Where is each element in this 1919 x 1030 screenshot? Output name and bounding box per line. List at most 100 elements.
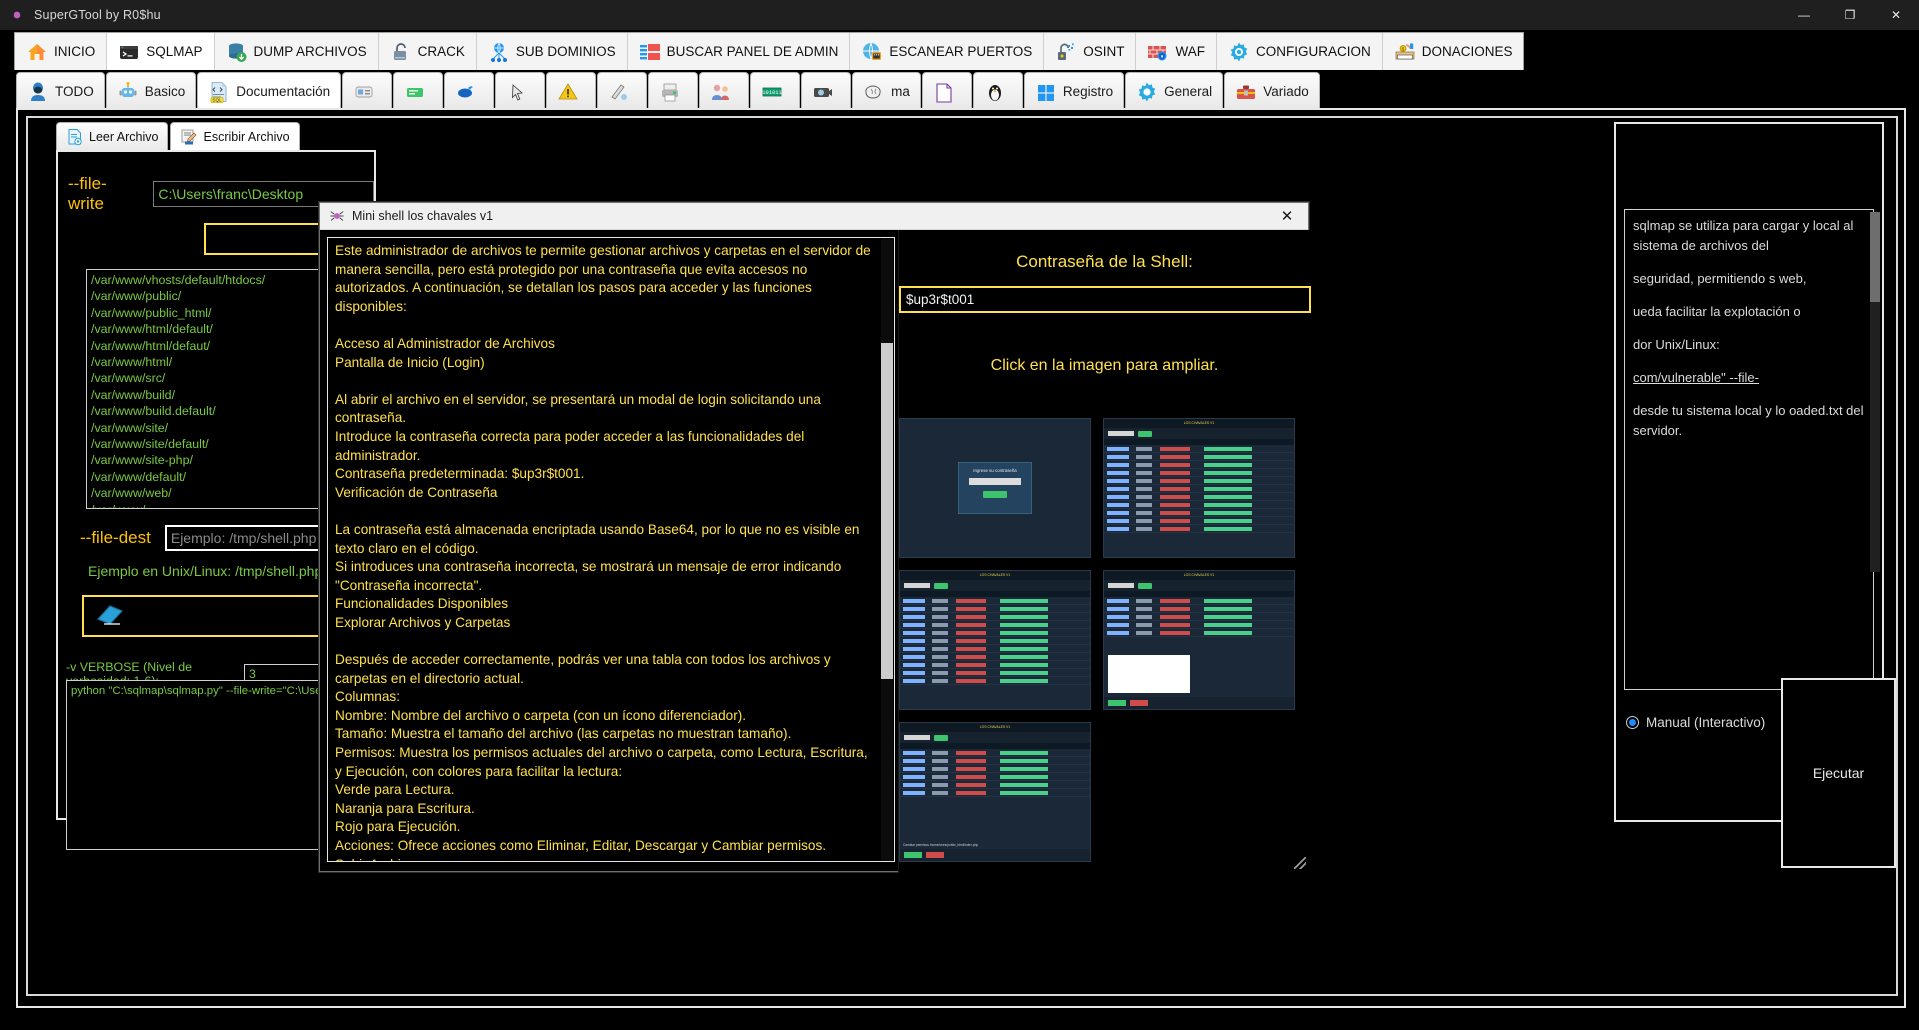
tab-inject[interactable] xyxy=(597,72,648,110)
permissions-thumbnail[interactable]: LOS CHAVALES V1 Cambiar permisos /home/o… xyxy=(899,722,1091,862)
eraser-icon[interactable] xyxy=(94,601,128,632)
thumb-title-bar: LOS CHAVALES V1 xyxy=(900,571,1090,580)
binary-icon: 101011 xyxy=(761,81,783,103)
file-dest-label: --file-dest xyxy=(80,528,151,547)
toolbox-icon xyxy=(1235,81,1257,103)
close-icon[interactable]: ✕ xyxy=(1266,203,1308,230)
table-row xyxy=(1104,477,1294,485)
table-row xyxy=(1104,525,1294,533)
thumb-toolbar xyxy=(1104,580,1294,591)
table-row xyxy=(900,637,1090,645)
execute-panel[interactable]: Ejecutar xyxy=(1781,678,1896,868)
table-row xyxy=(1104,621,1294,629)
ribbon-item-dump-archivos[interactable]: DUMP ARCHIVOS xyxy=(214,33,379,70)
robot-icon xyxy=(117,81,139,103)
ribbon-item-waf[interactable]: WAF xyxy=(1136,33,1217,70)
tab-variado[interactable]: Variado xyxy=(1224,72,1320,110)
ribbon-label: CRACK xyxy=(417,44,465,59)
ribbon-item-configuracion[interactable]: CONFIGURACION xyxy=(1216,33,1383,70)
modal-body: Este administrador de archivos te permit… xyxy=(320,230,1311,873)
subtab-escribir-archivo[interactable]: Escribir Archivo xyxy=(170,122,300,150)
shell-documentation-box[interactable]: Este administrador de archivos te permit… xyxy=(327,237,895,862)
subtab-leer-archivo[interactable]: Leer Archivo xyxy=(56,122,169,150)
file-table-thumbnail-1[interactable]: LOS CHAVALES V1 xyxy=(1103,418,1295,558)
ribbon-label: SUB DOMINIOS xyxy=(515,44,616,59)
ribbon-item-inicio[interactable]: INICIO xyxy=(15,33,108,70)
ribbon-label: DUMP ARCHIVOS xyxy=(253,44,367,59)
write-file-icon xyxy=(180,128,198,146)
scrollbar-thumb[interactable] xyxy=(881,343,893,679)
execute-button-label[interactable]: Ejecutar xyxy=(1813,765,1864,781)
green-chat-icon xyxy=(455,81,477,103)
tab-camera[interactable] xyxy=(801,72,852,110)
doc-paragraph: sqlmap se utiliza para cargar y local al… xyxy=(1633,218,1854,253)
table-row xyxy=(1104,629,1294,637)
documentation-text: sqlmap se utiliza para cargar y local al… xyxy=(1624,209,1874,690)
table-row xyxy=(1104,445,1294,453)
thumb-toolbar xyxy=(900,732,1090,743)
maximize-button[interactable]: ❐ xyxy=(1827,0,1873,30)
shell-password-input[interactable]: $up3r$t001 xyxy=(899,286,1311,313)
warning-icon xyxy=(557,81,579,103)
table-row xyxy=(900,757,1090,765)
file-editor-thumbnail[interactable]: LOS CHAVALES V1 xyxy=(1103,570,1295,710)
ribbon-item-donaciones[interactable]: $ DONACIONES xyxy=(1382,33,1524,70)
mini-shell-modal: Mini shell los chavales v1 ✕ Este admini… xyxy=(319,202,1311,873)
mode-radio-label: Manual (Interactivo) xyxy=(1646,715,1766,730)
tab-label: Registro xyxy=(1062,84,1114,99)
ribbon-item-buscar-panel-admin[interactable]: BUSCAR PANEL DE ADMIN xyxy=(627,33,851,70)
tab-chat[interactable] xyxy=(444,72,495,110)
shell-password-title: Contraseña de la Shell: xyxy=(1016,252,1193,271)
globe-network-icon xyxy=(488,41,510,63)
ribbon-item-sqlmap[interactable]: SQLMAP xyxy=(107,33,215,70)
shell-password-pane: Contraseña de la Shell: $up3r$t001 Click… xyxy=(898,230,1311,873)
tab-tuning[interactable] xyxy=(342,72,393,110)
mode-radio-manual[interactable]: Manual (Interactivo) xyxy=(1626,715,1765,730)
tab-todo[interactable]: TODO xyxy=(16,72,105,110)
ribbon-label: BUSCAR PANEL DE ADMIN xyxy=(666,44,839,59)
tab-warning[interactable] xyxy=(546,72,597,110)
tab-print[interactable] xyxy=(648,72,699,110)
table-row xyxy=(900,677,1090,685)
tab-documentacion[interactable]: SQL Documentación xyxy=(197,72,342,110)
camera-icon xyxy=(812,81,834,103)
ribbon-item-crack[interactable]: CRACK xyxy=(378,33,477,70)
scrollbar-thumb[interactable] xyxy=(1870,212,1880,302)
thumb-title: LOS CHAVALES V1 xyxy=(979,725,1011,729)
tab-general[interactable]: General xyxy=(1125,72,1224,110)
radio-icon[interactable] xyxy=(1626,716,1639,729)
thumb-toolbar xyxy=(900,580,1090,591)
minimize-button[interactable]: — xyxy=(1781,0,1827,30)
tab-file[interactable] xyxy=(921,72,972,110)
shell-documentation-text: Este administrador de archivos te permit… xyxy=(335,243,871,861)
ribbon-item-osint[interactable]: OSINT xyxy=(1044,33,1137,70)
editor-textarea xyxy=(1108,655,1190,693)
documentation-scrollbar[interactable] xyxy=(1870,212,1880,572)
close-button[interactable]: ✕ xyxy=(1873,0,1919,30)
resize-grip-icon[interactable] xyxy=(1294,857,1306,869)
tab-label: Documentación xyxy=(236,84,331,99)
image-click-hint: Click en la imagen para ampliar. xyxy=(990,357,1219,374)
file-subtabs: Leer Archivo Escribir Archivo xyxy=(56,122,383,150)
subtab-label: Escribir Archivo xyxy=(203,129,290,144)
tab-penguin[interactable] xyxy=(972,72,1023,110)
gear-blue-icon xyxy=(1136,81,1158,103)
file-table-thumbnail-2[interactable]: LOS CHAVALES V1 xyxy=(899,570,1091,710)
tab-cursor[interactable] xyxy=(495,72,546,110)
shell-doc-scrollbar[interactable] xyxy=(881,239,893,861)
doc-paragraph: ueda facilitar la explotación o xyxy=(1633,304,1801,319)
ribbon-item-escanear-puertos[interactable]: ESCANEAR PUERTOS xyxy=(850,33,1045,70)
ribbon-item-sub-dominios[interactable]: SUB DOMINIOS xyxy=(476,33,628,70)
thumb-footer xyxy=(900,849,1090,861)
tab-people[interactable] xyxy=(699,72,750,110)
tab-ma[interactable]: ma xyxy=(852,72,921,110)
tab-basico[interactable]: Basico xyxy=(105,72,197,110)
tab-binary[interactable]: 101011 xyxy=(750,72,801,110)
login-screen-thumbnail[interactable]: Ingrese su contraseña xyxy=(899,418,1091,558)
screenshot-thumbnail-grid: Ingrese su contraseña LOS CHAVALES V1 LO… xyxy=(899,418,1311,868)
target-icon xyxy=(404,81,426,103)
table-row xyxy=(1104,485,1294,493)
tab-target[interactable] xyxy=(393,72,444,110)
tab-registro[interactable]: Registro xyxy=(1023,72,1125,110)
doc-link[interactable]: com/vulnerable" --file- xyxy=(1633,368,1865,388)
